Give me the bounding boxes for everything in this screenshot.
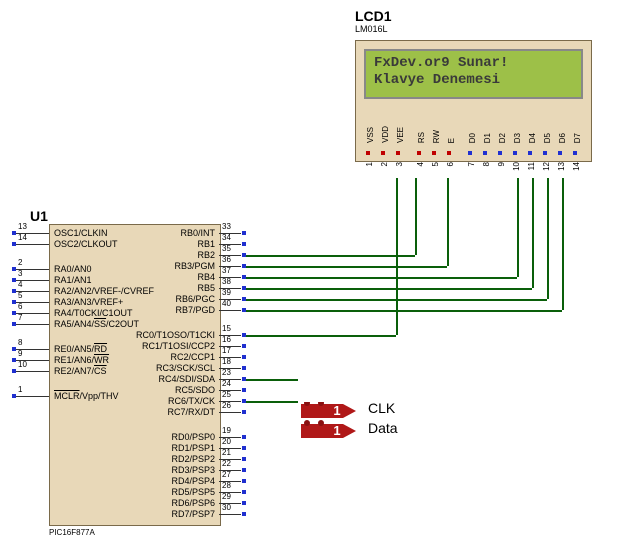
probe-group: 1 1: [301, 402, 361, 440]
lcd-pin-number: 6: [446, 162, 455, 166]
probe-clk-label: CLK: [368, 400, 395, 416]
lcd-pin-label: RW: [432, 130, 441, 143]
lcd-pin-number: 9: [497, 162, 506, 166]
lcd-pin-number: 5: [431, 162, 440, 166]
lcd-pin-number: 1: [365, 162, 374, 166]
lcd-pin-label: D4: [528, 133, 537, 143]
probe-data-label: Data: [368, 420, 398, 436]
lcd-pin-label: VEE: [396, 127, 405, 143]
lcd-pin-label: D5: [543, 133, 552, 143]
lcd-pin-number: 14: [572, 162, 581, 171]
lcd-pin-label: VSS: [366, 127, 375, 143]
lcd-pin-label: D6: [558, 133, 567, 143]
lcd-pin-number: 8: [482, 162, 491, 166]
lcd-line1: FxDev.or9 Sunar!: [374, 55, 573, 72]
lcd-pin-number: 10: [512, 162, 521, 171]
lcd-pin-label: D2: [498, 133, 507, 143]
lcd-screen: FxDev.or9 Sunar! Klavye Denemesi: [364, 49, 583, 99]
lcd-pin-number: 7: [467, 162, 476, 166]
lcd-pin-label: E: [447, 138, 456, 143]
mcu-ref: U1: [30, 208, 48, 224]
lcd-pin-number: 4: [416, 162, 425, 166]
lcd-pin-label: D3: [513, 133, 522, 143]
lcd-pin-number: 11: [527, 162, 536, 170]
lcd-module: FxDev.or9 Sunar! Klavye Denemesi VSS VDD V…: [355, 40, 592, 162]
lcd-pin-label: D0: [468, 133, 477, 143]
lcd-pin-label: RS: [417, 132, 426, 143]
lcd-pin-label: D1: [483, 133, 492, 143]
lcd-part: LM016L: [355, 24, 388, 34]
lcd-pin-number: 12: [542, 162, 551, 171]
lcd-pin-number: 13: [557, 162, 566, 171]
lcd-pin-label: VDD: [381, 126, 390, 143]
lcd-line2: Klavye Denemesi: [374, 72, 573, 89]
mcu-part: PIC16F877A: [49, 528, 95, 537]
probe-clk-value: 1: [331, 403, 343, 418]
probe-data-value: 1: [331, 423, 343, 438]
lcd-ref: LCD1: [355, 8, 392, 24]
lcd-pin-label: D7: [573, 133, 582, 143]
lcd-pin-number: 3: [395, 162, 404, 166]
lcd-pin-number: 2: [380, 162, 389, 166]
